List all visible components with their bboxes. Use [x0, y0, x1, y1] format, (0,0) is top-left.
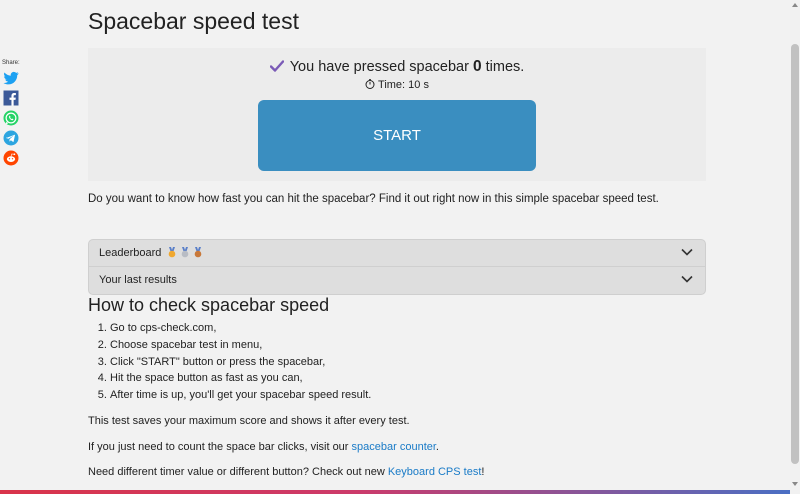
- counter-note: If you just need to count the space bar …: [88, 441, 439, 453]
- how-to-steps: Go to cps-check.com, Choose spacebar tes…: [88, 320, 371, 404]
- leaderboard-label: Leaderboard: [99, 247, 162, 259]
- press-count: 0: [472, 58, 482, 75]
- chevron-down-icon: [681, 275, 693, 283]
- stopwatch-icon: [365, 79, 375, 90]
- scrollbar-thumb[interactable]: [791, 44, 799, 464]
- cps-note-end: !: [481, 466, 485, 478]
- step-item: Click "START" button or press the spaceb…: [110, 354, 371, 371]
- cps-note-text: Need different timer value or different …: [88, 466, 385, 478]
- spacebar-test-panel: You have pressed spacebar 0 times. Time:…: [88, 48, 706, 181]
- reddit-icon: [3, 150, 19, 166]
- save-note: This test saves your maximum score and s…: [88, 415, 410, 427]
- facebook-share-link[interactable]: [2, 89, 22, 107]
- scroll-down-arrow-icon[interactable]: [792, 482, 798, 486]
- facebook-icon: [3, 90, 19, 106]
- reddit-share-link[interactable]: [2, 149, 22, 167]
- spacebar-counter-link[interactable]: spacebar counter: [352, 441, 436, 453]
- press-counter: You have pressed spacebar 0 times.: [88, 58, 706, 76]
- twitter-share-link[interactable]: [2, 69, 22, 87]
- chevron-down-icon: [681, 248, 693, 256]
- page-title: Spacebar speed test: [88, 8, 299, 34]
- how-to-heading: How to check spacebar speed: [88, 295, 330, 315]
- timer-display: Time: 10 s: [88, 79, 706, 91]
- cps-note: Need different timer value or different …: [88, 466, 484, 478]
- vertical-scrollbar[interactable]: [790, 0, 800, 494]
- results-accordion: Leaderboard Your last results: [88, 239, 706, 295]
- last-results-toggle[interactable]: Your last results: [89, 266, 705, 293]
- silver-medal-icon: [182, 246, 189, 257]
- counter-note-text: If you just need to count the space bar …: [88, 441, 349, 453]
- whatsapp-icon: [3, 110, 19, 126]
- counter-prefix: You have pressed spacebar: [289, 59, 469, 75]
- step-item: Go to cps-check.com,: [110, 320, 371, 337]
- leaderboard-toggle[interactable]: Leaderboard: [89, 240, 705, 266]
- timer-label: Time: 10 s: [378, 79, 429, 91]
- intro-text: Do you want to know how fast you can hit…: [88, 193, 659, 205]
- keyboard-cps-test-link[interactable]: Keyboard CPS test: [388, 466, 482, 478]
- step-item: Choose spacebar test in menu,: [110, 337, 371, 354]
- share-sidebar: Share:: [2, 60, 22, 169]
- share-label: Share:: [2, 60, 20, 66]
- telegram-share-link[interactable]: [2, 129, 22, 147]
- counter-suffix: times.: [485, 59, 525, 75]
- scroll-up-arrow-icon[interactable]: [792, 3, 798, 7]
- twitter-icon: [3, 71, 19, 85]
- last-results-label: Your last results: [99, 274, 177, 286]
- step-item: After time is up, you'll get your spaceb…: [110, 387, 371, 404]
- footer-gradient-bar: [0, 490, 790, 494]
- start-button[interactable]: START: [258, 100, 536, 171]
- step-item: Hit the space button as fast as you can,: [110, 370, 371, 387]
- bronze-medal-icon: [195, 246, 202, 257]
- check-icon: [269, 60, 284, 72]
- gold-medal-icon: [169, 246, 176, 257]
- whatsapp-share-link[interactable]: [2, 109, 22, 127]
- telegram-icon: [3, 130, 19, 146]
- counter-note-end: .: [435, 441, 439, 453]
